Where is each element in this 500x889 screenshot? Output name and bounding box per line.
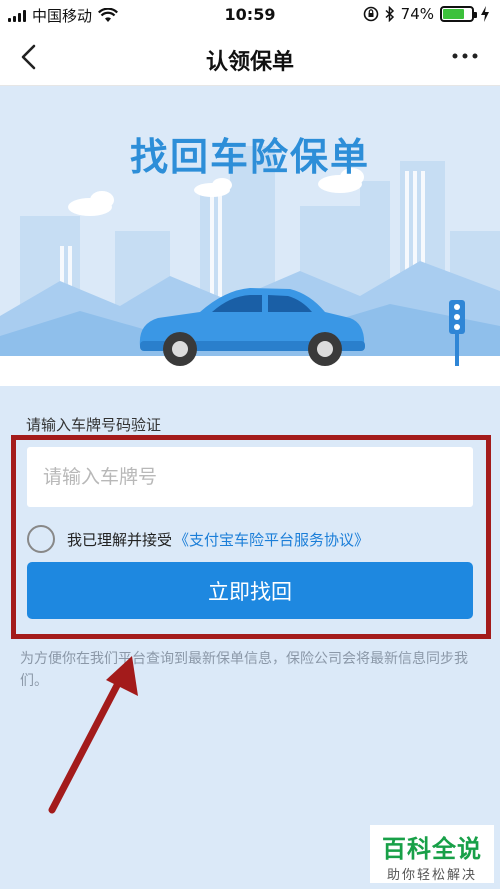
plate-number-input[interactable] [27,447,473,507]
battery-percent: 74% [400,5,434,23]
info-note: 为方便你在我们平台查询到最新保单信息，保险公司会将最新信息同步我们。 [20,651,468,689]
agreement-link[interactable]: 《支付宝车险平台服务协议》 [174,529,369,550]
banner-title: 找回车险保单 [129,135,370,179]
agree-checkbox[interactable] [27,525,55,553]
page-title: 认领保单 [205,50,294,75]
banner: 找回车险保单 [0,86,500,386]
agreement-row: 我已理解并接受 《支付宝车险平台服务协议》 [27,525,369,553]
navigation-bar: 认领保单 [0,30,500,86]
battery-icon [440,6,477,22]
more-dots-icon[interactable] [450,46,480,66]
watermark-sub: 助你轻松解决 [386,868,477,883]
retrieve-button[interactable]: 立即找回 [27,562,473,619]
charging-icon [481,6,489,22]
bluetooth-icon [385,6,394,22]
status-right: 74% [363,5,490,23]
status-bar: 中国移动 10:59 74% [0,0,500,30]
watermark-main: 百科全说 [382,835,482,863]
agree-text: 我已理解并接受 [67,530,173,549]
rotation-lock-icon [363,6,378,22]
plate-label: 请输入车牌号码验证 [26,416,162,434]
watermark-logo: 百科全说 助你轻松解决 [370,825,494,883]
